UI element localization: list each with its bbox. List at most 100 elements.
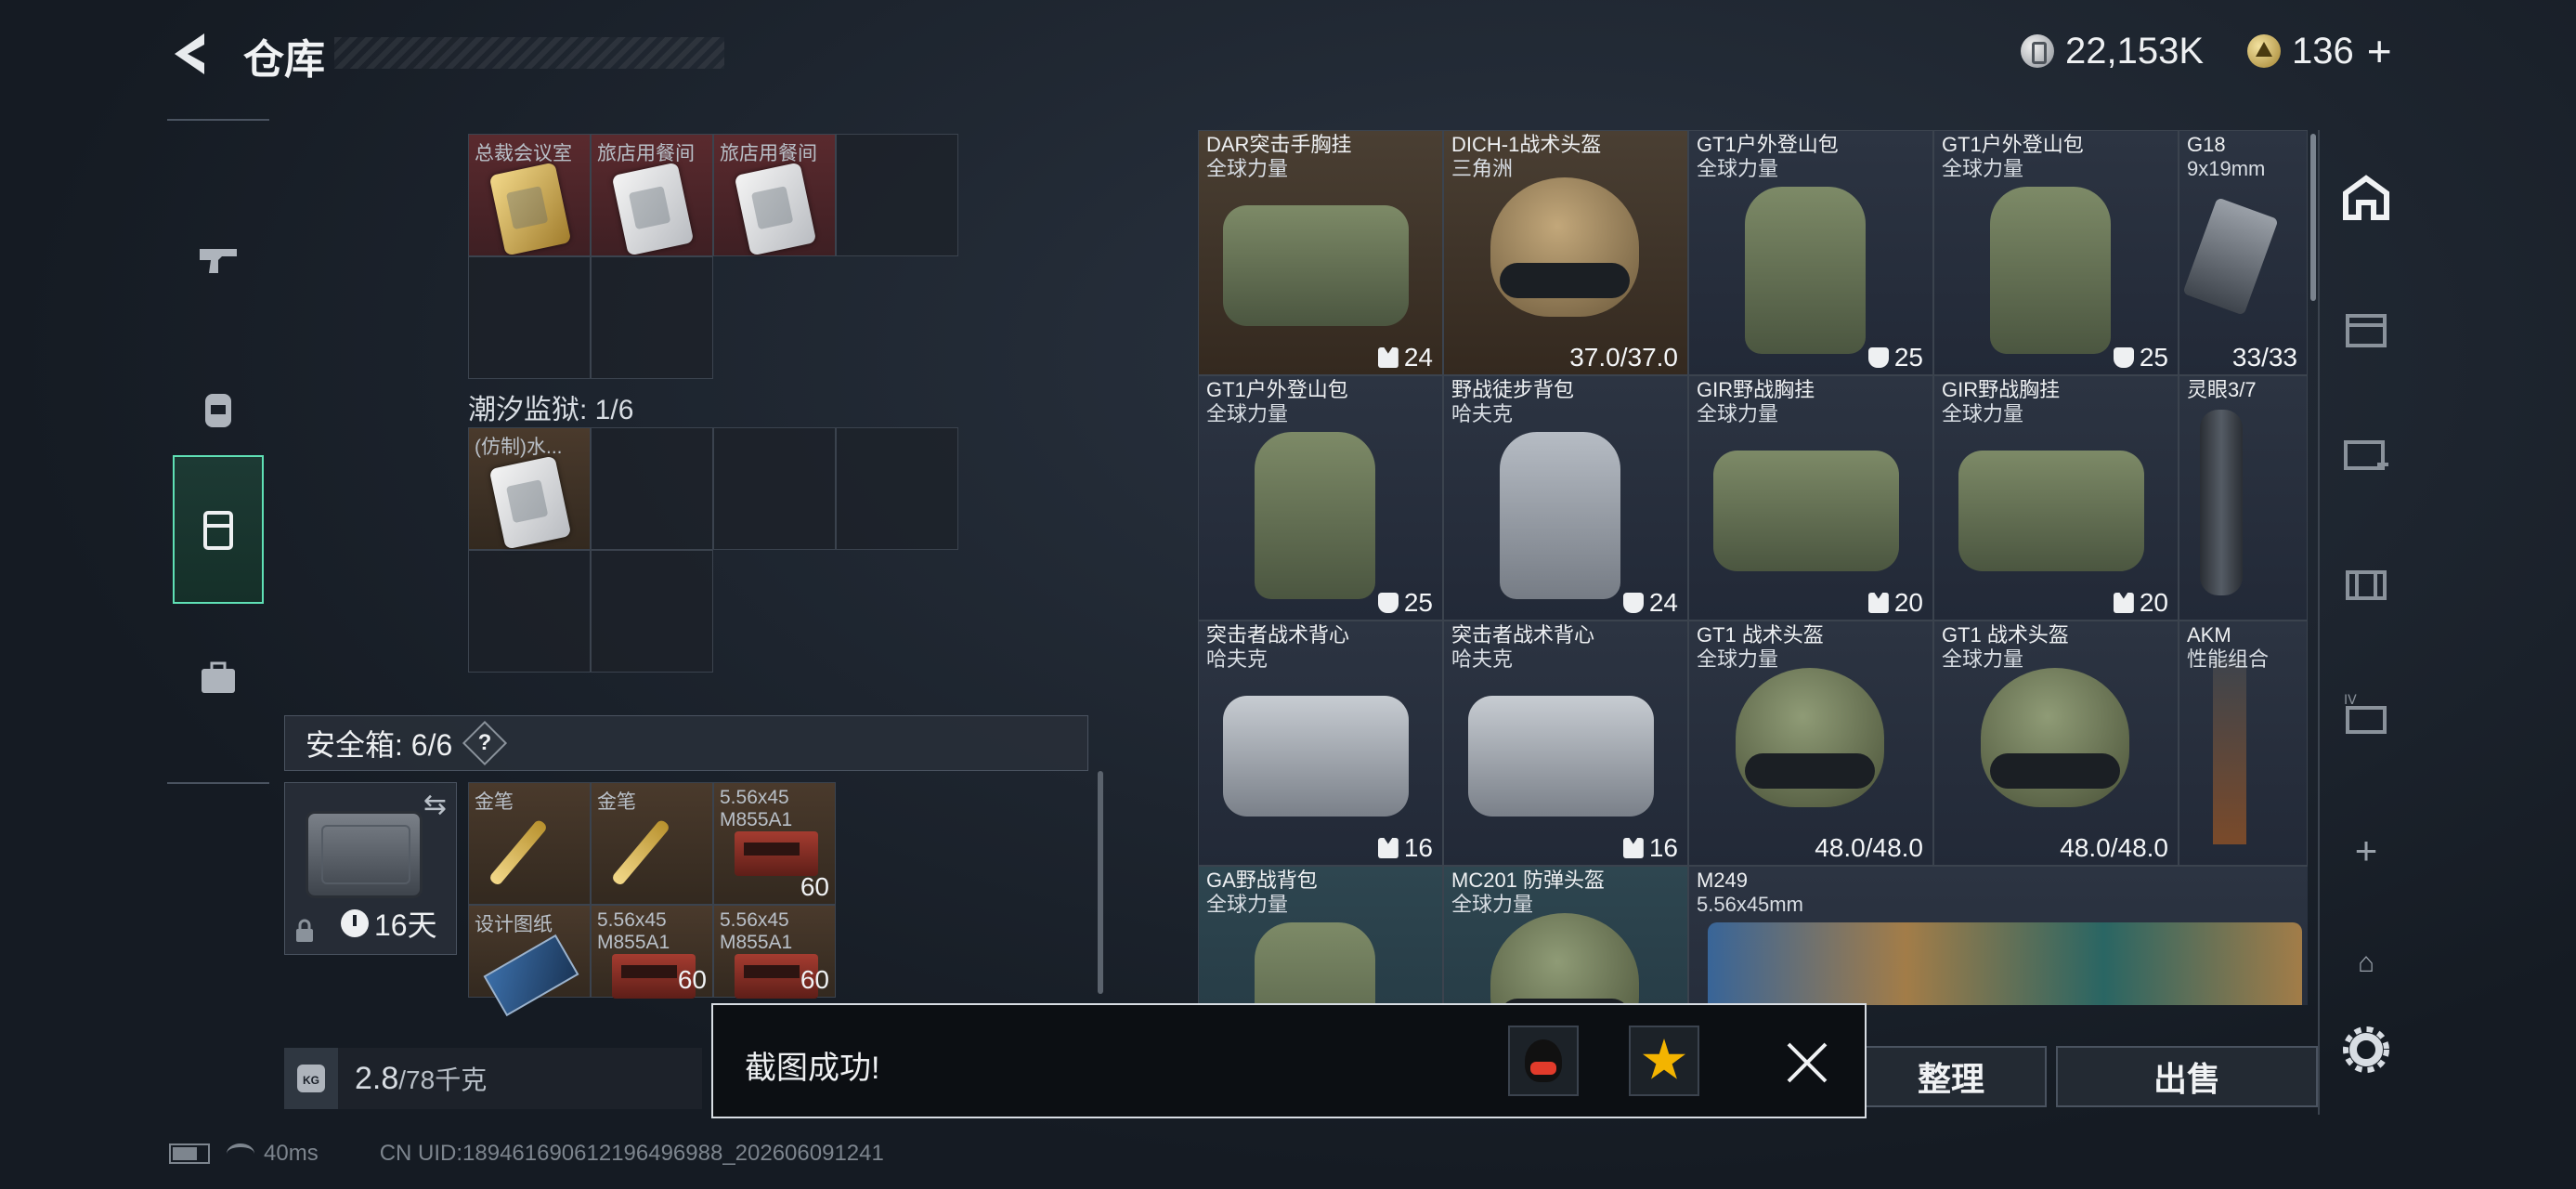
helmet-icon [1981, 668, 2129, 807]
silver-keycard-icon [734, 162, 817, 256]
briefcase-icon [202, 661, 235, 693]
ping: 40ms [264, 1141, 319, 1166]
grid-cell-empty[interactable] [591, 550, 713, 673]
warehouse-icon[interactable] [2340, 171, 2392, 223]
safe-item[interactable]: 5.56x45 M855A1 60 [713, 905, 836, 999]
storage-item[interactable]: GT1户外登山包 全球力量 25 [1688, 130, 1933, 375]
share-qzone-button[interactable] [1629, 1026, 1699, 1096]
share-qq-button[interactable] [1508, 1026, 1579, 1096]
grid-cell-empty[interactable] [468, 256, 591, 379]
item-subtitle: 哈夫克 [1451, 647, 1514, 671]
svg-text:IV: IV [2344, 693, 2357, 708]
storage-item[interactable]: GT1户外登山包 全球力量 25 [1198, 375, 1443, 621]
storage-item[interactable]: G18 9x19mm 33/33 [2179, 130, 2308, 375]
safe-item[interactable]: 金笔 [591, 782, 713, 905]
gold-pen-icon [488, 818, 549, 887]
item-value: 37.0/37.0 [1569, 343, 1678, 372]
item-name: DAR突击手胸挂 [1206, 133, 1352, 156]
close-icon[interactable] [1781, 1037, 1833, 1089]
lock-icon [296, 919, 313, 942]
storage-item[interactable]: DICH-1战术头盔 三角洲 37.0/37.0 [1443, 130, 1688, 375]
storage-item[interactable]: 突击者战术背心 哈夫克 16 [1198, 621, 1443, 866]
grid-cell-card[interactable]: (仿制)水... [468, 427, 591, 550]
storage-item[interactable]: GT1 战术头盔 全球力量 48.0/48.0 [1688, 621, 1933, 866]
silver-coin-icon [2021, 34, 2054, 68]
warehouse-screen: 仓库 22,153K 136 + 总裁会议室 旅店用餐间 旅店用餐间 潮汐监狱:… [0, 0, 2576, 1189]
gear-icon[interactable] [2340, 1024, 2392, 1076]
bag-capacity-icon [2113, 347, 2134, 368]
storage-item[interactable]: AKM 性能组合 [2179, 621, 2308, 866]
grid-cell-empty[interactable] [836, 427, 958, 550]
helmet-icon [1490, 177, 1639, 317]
swap-icon[interactable]: ⇆ [423, 789, 447, 821]
item-value-text: 48.0/48.0 [2060, 833, 2168, 862]
storage-item[interactable]: GIR野战胸挂 全球力量 20 [1933, 375, 2179, 621]
grid-cell-empty[interactable] [591, 256, 713, 379]
bag-capacity-icon [1622, 593, 1644, 613]
grid-cell-card[interactable]: 旅店用餐间 [591, 134, 713, 256]
grid-cell-card[interactable]: 旅店用餐间 [713, 134, 836, 256]
medkit-add-icon[interactable] [2340, 427, 2392, 479]
add-storage-icon[interactable]: + [2340, 829, 2392, 881]
grid-cell-empty[interactable] [468, 550, 591, 673]
safe-item[interactable]: 设计图纸 [468, 905, 591, 1017]
item-subtitle: 全球力量 [1697, 157, 1779, 180]
item-subtitle: 全球力量 [1942, 157, 2024, 180]
wifi-icon [227, 1143, 254, 1164]
add-currency-button[interactable]: + [2367, 26, 2392, 76]
item-value-text: 24 [1648, 588, 1678, 617]
chest-rig-icon [1713, 451, 1899, 571]
storage-item[interactable]: M249 5.56x45mm [1688, 866, 2308, 1005]
gold-currency[interactable]: 136 + [2247, 26, 2392, 76]
item-subtitle: 三角洲 [1451, 157, 1514, 180]
item-name: 野战徒步背包 [1451, 378, 1575, 401]
help-button[interactable]: ? [462, 720, 508, 766]
tab-weapons[interactable] [173, 186, 264, 334]
level-four-case-icon[interactable]: IV [2340, 687, 2392, 739]
storage-item[interactable]: 突击者战术背心 哈夫克 16 [1443, 621, 1688, 866]
grid-cell-empty[interactable] [591, 427, 713, 550]
sell-button[interactable]: 出售 [2056, 1046, 2318, 1107]
grid-cell-empty[interactable] [713, 427, 836, 550]
grid-cell-empty[interactable] [836, 134, 958, 256]
storage-item[interactable]: GIR野战胸挂 全球力量 20 [1688, 375, 1933, 621]
grid-cell-card[interactable]: 总裁会议室 [468, 134, 591, 256]
storage-item[interactable]: DAR突击手胸挂 全球力量 24 [1198, 130, 1443, 375]
safe-case[interactable]: ⇆ 16天 [284, 782, 457, 955]
item-subtitle: 性能组合 [2187, 647, 2270, 671]
storage-item[interactable]: MC201 防弹头盔 全球力量 [1443, 866, 1688, 1005]
vest-capacity-icon [1867, 593, 1889, 613]
vest-capacity-icon [1377, 347, 1399, 368]
storage-sidebar: IV + ⌂ [2318, 130, 2407, 1115]
item-value-text: 16 [1403, 833, 1433, 862]
silver-keycard-icon [611, 162, 695, 256]
storage-box-icon[interactable] [2340, 303, 2392, 355]
tab-tools[interactable] [173, 604, 264, 752]
safe-item[interactable]: 金笔 [468, 782, 591, 905]
item-name: GT1户外登山包 [1697, 133, 1839, 156]
scope-icon [2200, 410, 2243, 595]
item-value-text: 24 [1403, 343, 1433, 372]
safe-item[interactable]: 5.56x45 M855A1 60 [591, 905, 713, 999]
storage-item[interactable]: GT1 战术头盔 全球力量 48.0/48.0 [1933, 621, 2179, 866]
chest-rig-icon [1223, 205, 1409, 326]
tab-storage[interactable] [173, 455, 264, 604]
back-arrow-icon[interactable] [167, 28, 214, 80]
crate-icon[interactable] [2340, 557, 2392, 609]
organize-button[interactable]: 整理 [1855, 1046, 2047, 1107]
left-scrollbar[interactable] [1098, 771, 1103, 994]
machine-gun-icon [1708, 922, 2302, 1005]
item-value-text: 33/33 [2231, 343, 2297, 372]
safe-item[interactable]: 5.56x45 M855A1 60 [713, 782, 836, 905]
collapse-icon[interactable]: ⌂ [2340, 947, 2392, 1000]
page-title: 仓库 [243, 37, 325, 83]
storage-scrollbar[interactable] [2310, 134, 2316, 301]
storage-item[interactable]: GA野战背包 全球力量 [1198, 866, 1443, 1005]
storage-item[interactable]: 灵眼3/7 [2179, 375, 2308, 621]
item-name: GT1 战术头盔 [1697, 623, 1824, 647]
item-value: 20 [2113, 588, 2168, 618]
storage-item[interactable]: 野战徒步背包 哈夫克 24 [1443, 375, 1688, 621]
gold-keycard-icon [488, 162, 572, 256]
storage-item[interactable]: GT1户外登山包 全球力量 25 [1933, 130, 2179, 375]
item-name: GT1户外登山包 [1206, 378, 1348, 401]
